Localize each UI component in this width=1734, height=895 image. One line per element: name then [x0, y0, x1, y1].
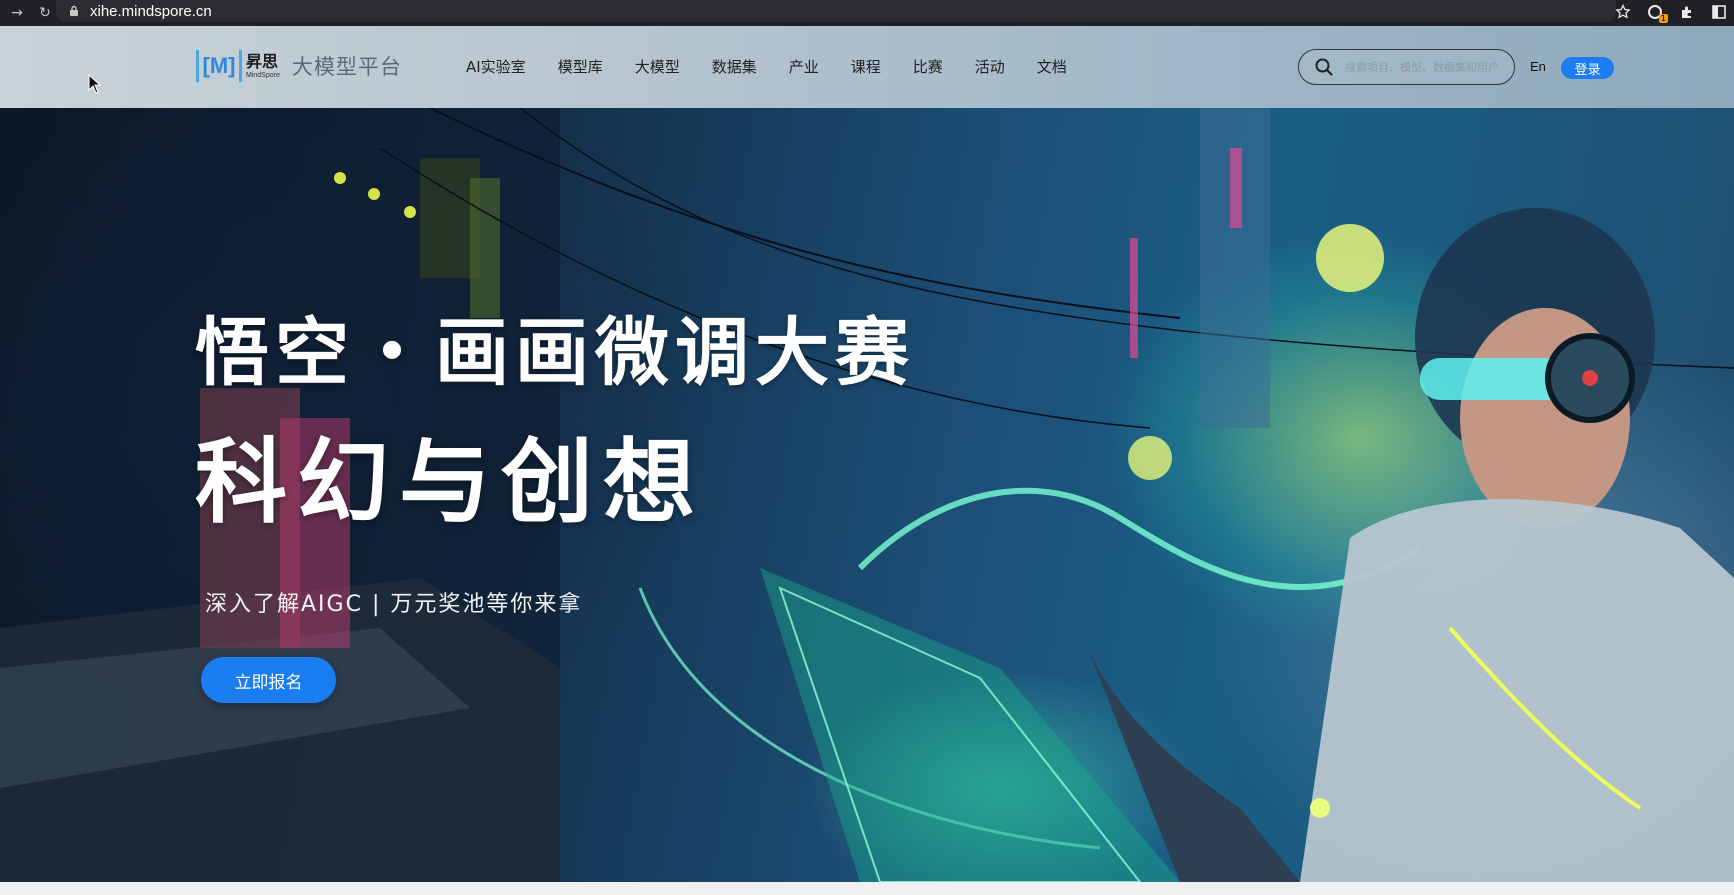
- nav-item-large-models[interactable]: 大模型: [635, 56, 680, 77]
- main-nav: AI实验室 模型库 大模型 数据集 产业 课程 比赛 活动 文档: [466, 56, 1067, 77]
- browser-toolbar: → ↻ xihe.mindspore.cn 1: [0, 0, 1734, 26]
- logo-en-text: MindSpore: [246, 71, 280, 79]
- hero-title-line1: 悟空・画画微调大赛: [195, 310, 915, 396]
- back-icon[interactable]: →: [6, 2, 28, 24]
- nav-item-ai-lab[interactable]: AI实验室: [466, 56, 526, 77]
- nav-item-competitions[interactable]: 比赛: [913, 56, 943, 77]
- url-text: xihe.mindspore.cn: [90, 2, 212, 20]
- nav-item-courses[interactable]: 课程: [851, 56, 881, 77]
- logo-cn-text: 昇思: [246, 51, 279, 71]
- nav-item-industry[interactable]: 产业: [789, 56, 819, 77]
- lock-icon: [70, 5, 78, 16]
- window-icon[interactable]: [1710, 3, 1728, 21]
- hero-banner[interactable]: 悟空・画画微调大赛 科幻与创想 深入了解AIGC | 万元奖池等你来拿 立即报名: [0, 108, 1734, 882]
- platform-name: 大模型平台: [291, 55, 402, 79]
- page-bottom-strip: [0, 882, 1734, 895]
- login-button[interactable]: 登录: [1561, 57, 1614, 79]
- bookmark-star-icon[interactable]: [1614, 3, 1632, 21]
- nav-item-models[interactable]: 模型库: [558, 56, 603, 77]
- mouse-cursor-icon: [88, 74, 102, 94]
- address-bar[interactable]: xihe.mindspore.cn: [56, 0, 1616, 22]
- hero-title-line2: 科幻与创想: [195, 429, 706, 536]
- nav-item-datasets[interactable]: 数据集: [712, 56, 757, 77]
- extension-icon[interactable]: 1: [1646, 3, 1668, 23]
- search-icon: [1315, 58, 1333, 76]
- mindspore-logo-mark: [M]: [196, 50, 242, 82]
- brand-logo[interactable]: [M] 昇思 MindSpore 大模型平台: [196, 50, 402, 82]
- nav-item-events[interactable]: 活动: [975, 56, 1005, 77]
- search-input[interactable]: [1343, 59, 1503, 75]
- register-now-button[interactable]: 立即报名: [201, 657, 336, 703]
- logo-wordmark: 昇思 MindSpore: [246, 51, 280, 79]
- puzzle-icon[interactable]: [1678, 3, 1696, 21]
- reload-icon[interactable]: ↻: [34, 2, 56, 24]
- extension-badge: 1: [1658, 14, 1668, 23]
- site-header: [M] 昇思 MindSpore 大模型平台 AI实验室 模型库 大模型 数据集…: [0, 26, 1734, 108]
- language-switch[interactable]: En: [1530, 59, 1546, 74]
- nav-item-docs[interactable]: 文档: [1037, 56, 1067, 77]
- search-box[interactable]: [1298, 49, 1515, 85]
- hero-subtitle: 深入了解AIGC | 万元奖池等你来拿: [205, 592, 583, 617]
